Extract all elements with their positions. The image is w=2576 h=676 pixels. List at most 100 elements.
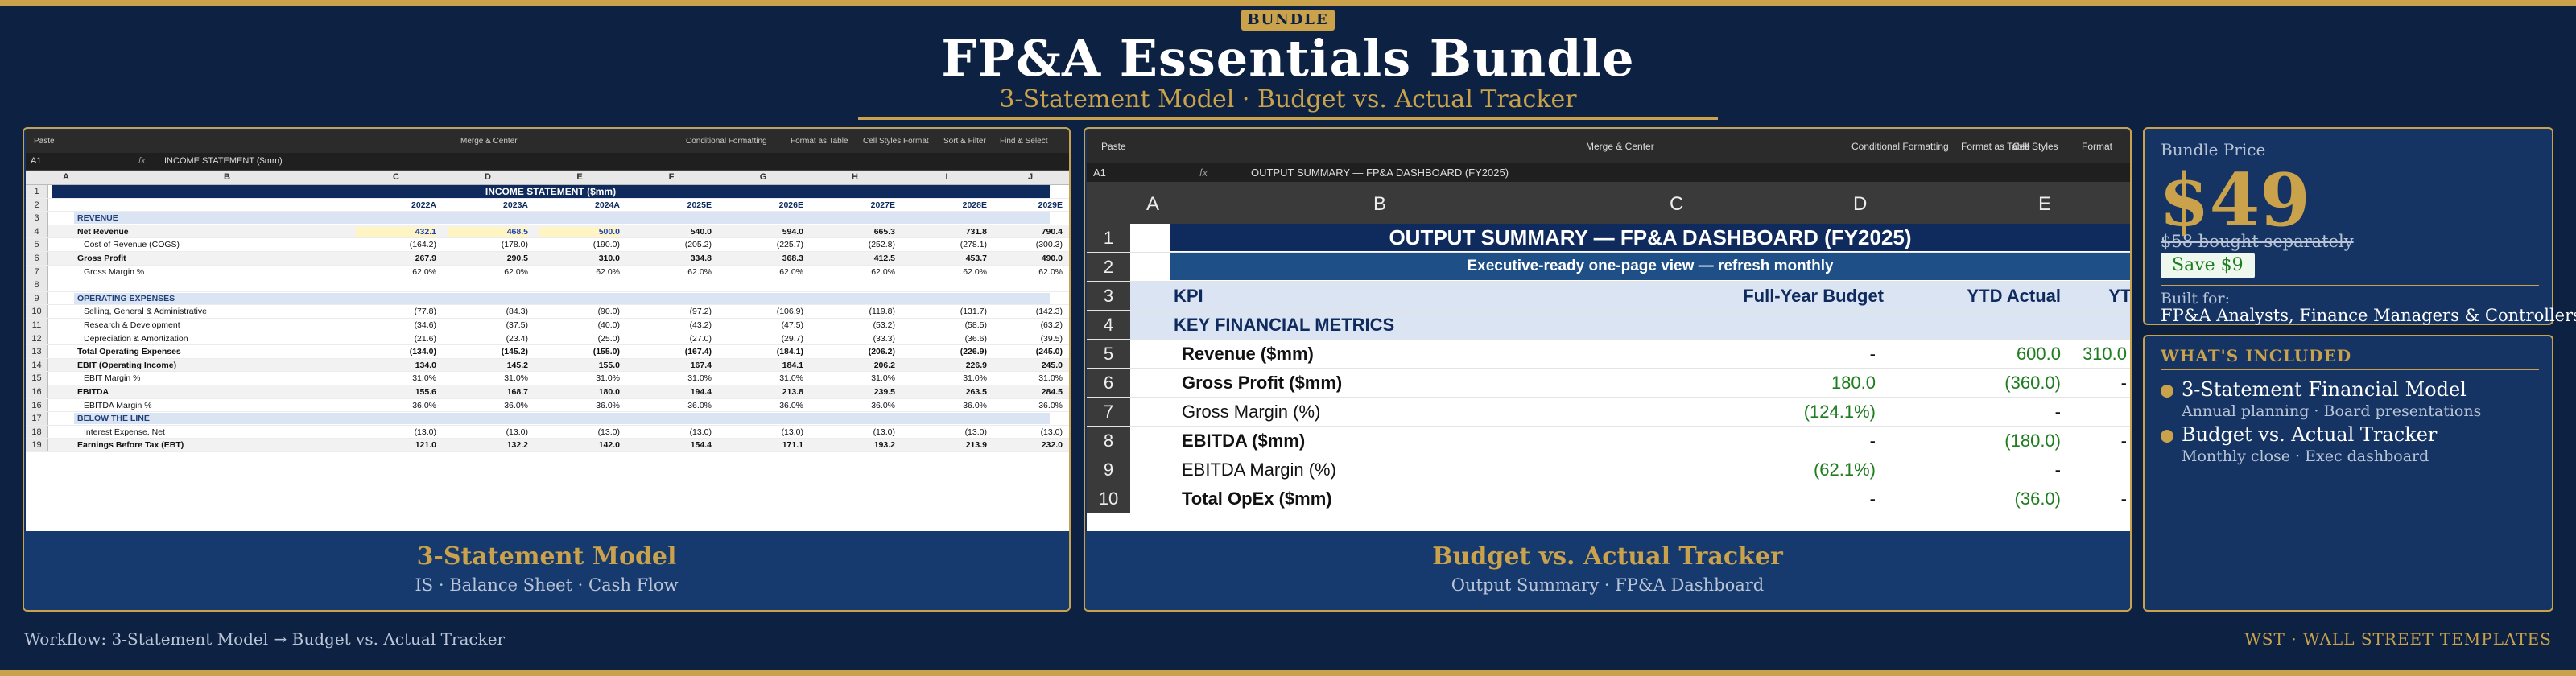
panel-caption-subtitle: Output Summary · FP&A Dashboard — [1451, 575, 1765, 595]
ribbon-sort-filter: Sort & Filter — [943, 137, 986, 146]
included-divider — [2161, 369, 2539, 370]
cell-value: 206.2 — [873, 360, 895, 370]
cell-value: 62.0% — [412, 266, 436, 277]
cell-reference: A1 — [1093, 167, 1106, 179]
cell-value: 167.4 — [690, 360, 712, 370]
cell-value: (134.0) — [409, 347, 436, 357]
budget-vs-actual-panel: Paste Merge & Center Conditional Formatt… — [1084, 127, 2132, 612]
cell-value: (13.0) — [414, 427, 436, 437]
cell-value: (47.5) — [781, 319, 803, 330]
ribbon-find-select: Find & Select — [1000, 137, 1048, 146]
row-number: 19 — [26, 439, 48, 451]
bottom-gold-border — [0, 670, 2576, 676]
row-number: 9 — [1087, 455, 1130, 484]
included-heading: WHAT'S INCLUDED — [2161, 346, 2352, 365]
row-label: EBITDA Margin % — [84, 400, 152, 410]
item-desc: Annual planning · Board presentations — [2182, 402, 2482, 420]
cell-value: 490.0 — [1041, 253, 1063, 263]
panel-caption: 3-Statement Model IS · Balance Sheet · C… — [24, 531, 1069, 610]
row-label: Gross Margin % — [84, 266, 145, 277]
section-band — [74, 292, 1050, 304]
variance-value: - — [2120, 431, 2127, 451]
cell-value: (63.2) — [1040, 319, 1063, 330]
ribbon-format: Format — [903, 137, 929, 146]
cell-value: 432.1 — [356, 226, 436, 237]
row-number: 8 — [26, 278, 48, 291]
cell-value: 180.0 — [598, 386, 620, 397]
table-row: 10 Total OpEx ($mm) - (36.0) - — [1087, 484, 2130, 513]
cell-value: 468.5 — [448, 226, 528, 237]
cell-value: 226.9 — [965, 360, 987, 370]
cell-value: (206.2) — [868, 347, 895, 357]
row-number: 3 — [1087, 282, 1130, 310]
cell-value: (142.3) — [1035, 307, 1063, 317]
column-headers: A B C D E F G H I J — [26, 171, 1069, 185]
row-number: 5 — [1087, 340, 1130, 368]
column-headers: A B C D E — [1087, 182, 2130, 224]
cell-value: 36.0% — [687, 400, 712, 410]
cell-value: 368.3 — [782, 253, 803, 263]
table-row: 14 EBIT (Operating Income) 134.0 145.2 155.0… — [26, 358, 1069, 373]
row-number: 17 — [26, 412, 48, 425]
row-number: 2 — [26, 198, 48, 212]
cell-value: (53.2) — [873, 319, 895, 330]
table-row: 6 Gross Profit ($mm) 180.0 (360.0) - — [1087, 369, 2130, 398]
ribbon-cell-styles: Cell Styles — [863, 137, 902, 146]
kpi-label: Total OpEx ($mm) — [1182, 488, 1332, 509]
cell-value: 31.0% — [504, 373, 528, 384]
budget-value: 180.0 — [1831, 373, 1876, 393]
cell-value: (58.5) — [964, 319, 987, 330]
row-label: Depreciation & Amortization — [84, 333, 188, 344]
cell-value: 62.0% — [871, 266, 895, 277]
row-label: Net Revenue — [77, 226, 129, 237]
table-row: 6 Gross Profit 267.9 290.5 310.0 334.8 368.3 41… — [26, 251, 1069, 266]
table-row: 16 EBITDA Margin % 36.0% 36.0% 36.0% 36.0% 36.… — [26, 398, 1069, 413]
cell-value: 790.4 — [1041, 226, 1063, 237]
table-row: 5 Revenue ($mm) -600.0 310.0 — [1087, 340, 2130, 369]
table-row: 11 Research & Development (34.6) (37.5) (40.… — [26, 318, 1069, 332]
cell-value: (43.2) — [689, 319, 712, 330]
actual-header: YTD Actual — [1967, 286, 2061, 306]
price-label: Bundle Price — [2161, 140, 2266, 159]
ribbon-conditional-formatting: Conditional Formatting — [1852, 141, 1949, 152]
year-header: 2027E — [870, 200, 895, 210]
table-row: 1 OUTPUT SUMMARY — FP&A DASHBOARD (FY202… — [1087, 224, 2130, 253]
table-row: 8 EBITDA ($mm) - (180.0) - — [1087, 427, 2130, 455]
section-band — [74, 413, 1050, 425]
row-number: 10 — [1087, 484, 1130, 513]
price-card: Bundle Price $49 $58 bought separately S… — [2143, 127, 2576, 325]
cell-value: (131.7) — [960, 307, 987, 317]
row-number: 4 — [26, 225, 48, 238]
ribbon-paste: Paste — [1101, 141, 1126, 152]
row-label: Cost of Revenue (COGS) — [84, 240, 180, 250]
row-number: 13 — [26, 345, 48, 358]
cell-value: (13.0) — [964, 427, 987, 437]
budget-value: - — [1869, 488, 1876, 509]
ribbon-format-table: Format as Table — [791, 137, 848, 146]
col-g: G — [759, 172, 767, 182]
cell-value: (13.0) — [873, 427, 895, 437]
cell-value: (37.5) — [506, 319, 528, 330]
cell-value: (27.0) — [689, 333, 712, 344]
cell-value: (29.7) — [781, 333, 803, 344]
formula-text: INCOME STATEMENT ($mm) — [164, 156, 283, 166]
sheet-title: INCOME STATEMENT ($mm) — [52, 185, 1050, 198]
table-row: 4 Net Revenue 432.1 468.5 500.0 540.0 594.0 665… — [26, 225, 1069, 239]
cell-value: 284.5 — [1041, 386, 1063, 397]
row-number: 9 — [26, 291, 48, 305]
actual-value: - — [2054, 402, 2061, 422]
variance-value: - — [2120, 373, 2127, 393]
page-title: FP&A Essentials Bundle — [941, 29, 1635, 88]
variance-value: 310.0 — [2082, 344, 2127, 364]
cell-value: 184.1 — [782, 360, 803, 370]
cell-value: 31.0% — [779, 373, 803, 384]
page-subtitle: 3-Statement Model · Budget vs. Actual Tr… — [999, 85, 1577, 113]
cell-value: (97.2) — [689, 307, 712, 317]
original-price: $58 bought separately — [2161, 232, 2354, 251]
cell-value: 142.0 — [598, 440, 620, 451]
top-gold-border — [0, 0, 2576, 6]
dashboard-title: OUTPUT SUMMARY — FP&A DASHBOARD (FY2025) — [1170, 224, 2130, 251]
cell-value: 121.0 — [415, 440, 436, 451]
cell-reference: A1 — [31, 156, 42, 166]
row-number: 4 — [1087, 311, 1130, 339]
